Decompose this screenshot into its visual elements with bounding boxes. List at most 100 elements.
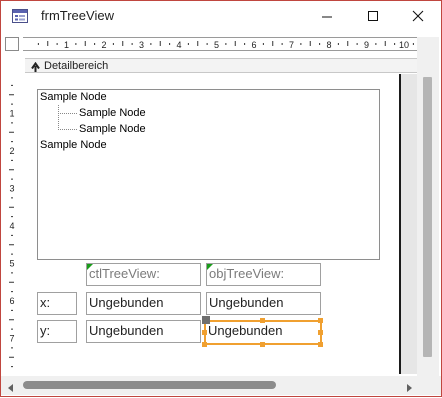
ruler-number: 1 (9, 109, 14, 119)
ruler-tick (11, 253, 13, 255)
ruler-tick (309, 41, 311, 46)
ruler-tick (11, 366, 13, 368)
maximize-button[interactable] (350, 1, 396, 31)
ruler-number: 3 (139, 40, 144, 50)
y-label[interactable]: y: (37, 320, 77, 343)
ruler-tick (11, 103, 13, 105)
ruler-tick (11, 234, 13, 236)
ruler-tick (11, 159, 13, 161)
objtreeview-label[interactable]: objTreeView: (206, 263, 321, 286)
ruler-tick (47, 41, 49, 46)
scroll-right-icon[interactable] (404, 380, 414, 392)
ruler-tick (9, 319, 14, 321)
minimize-icon (322, 16, 332, 18)
x-left-textbox[interactable]: Ungebunden (86, 292, 201, 315)
ruler-tick (11, 328, 13, 330)
ruler-tick (11, 347, 13, 349)
ruler-tick (11, 272, 13, 274)
ruler-tick (11, 291, 13, 293)
ruler-tick (347, 41, 349, 46)
x-left-value: Ungebunden (89, 295, 164, 310)
vertical-ruler[interactable]: 1 2 3 4 5 6 7 (5, 56, 19, 374)
horizontal-ruler[interactable]: 1 2 3 4 5 6 7 8 9 10 (23, 37, 417, 51)
ruler-number: 4 (176, 40, 181, 50)
resize-handle-top[interactable] (260, 318, 265, 323)
ctltreeview-label[interactable]: ctlTreeView: (86, 263, 201, 286)
ruler-tick (356, 43, 358, 45)
ruler-tick (169, 43, 171, 45)
resize-handle-right[interactable] (318, 330, 323, 335)
objtreeview-label-text: objTreeView: (209, 266, 285, 281)
y-label-text: y: (40, 323, 51, 338)
treeview-control[interactable]: Sample Node Sample Node Sample Node Samp… (37, 89, 380, 260)
ruler-tick (187, 43, 189, 45)
ruler-tick (11, 178, 13, 180)
y-left-textbox[interactable]: Ungebunden (86, 320, 201, 343)
tree-node[interactable]: Sample Node (79, 107, 146, 119)
ruler-number: 1 (64, 40, 69, 50)
ruler-tick (262, 43, 264, 45)
tree-node[interactable]: Sample Node (40, 139, 107, 151)
ruler-tick (112, 43, 114, 45)
ruler-tick (11, 122, 13, 124)
resize-handle-top-right[interactable] (318, 318, 323, 323)
ruler-number: 9 (364, 40, 369, 50)
ruler-number: 2 (9, 146, 14, 156)
ruler-number: 7 (289, 40, 294, 50)
detail-section-bar[interactable]: Detailbereich (25, 58, 417, 73)
ruler-tick (412, 43, 414, 45)
vertical-scroll-thumb[interactable] (423, 77, 432, 357)
y-left-value: Ungebunden (89, 323, 164, 338)
resize-handle-bottom[interactable] (260, 342, 265, 347)
minimize-button[interactable] (304, 1, 350, 31)
tree-node[interactable]: Sample Node (79, 123, 146, 135)
vertical-scrollbar[interactable] (417, 37, 439, 376)
form-window-icon (12, 9, 28, 23)
ruler-tick (159, 41, 161, 46)
label-error-marker (207, 264, 213, 270)
ruler-tick (9, 131, 14, 133)
section-label: Detailbereich (44, 60, 109, 72)
ruler-corner-selector[interactable] (5, 37, 19, 51)
ruler-tick (394, 43, 396, 45)
ruler-tick (197, 41, 199, 46)
ruler-tick (37, 43, 39, 45)
ruler-tick (9, 206, 14, 208)
window-title: frmTreeView (41, 8, 114, 23)
ruler-number: 3 (9, 184, 14, 194)
size-grip[interactable] (421, 376, 441, 395)
ruler-number: 6 (9, 296, 14, 306)
ruler-tick (9, 281, 14, 283)
move-handle[interactable] (202, 316, 210, 324)
ruler-tick (131, 43, 133, 45)
ruler-number: 10 (399, 40, 409, 50)
resize-handle-bottom-left[interactable] (202, 342, 207, 347)
title-bar[interactable]: frmTreeView (1, 1, 441, 31)
ruler-number: 5 (214, 40, 219, 50)
ruler-tick (300, 43, 302, 45)
close-icon (412, 10, 424, 22)
close-button[interactable] (395, 1, 441, 31)
ruler-tick (9, 169, 14, 171)
ruler-tick (225, 43, 227, 45)
horizontal-scrollbar[interactable] (1, 376, 421, 395)
x-right-value: Ungebunden (209, 295, 284, 310)
horizontal-scroll-thumb[interactable] (23, 381, 276, 389)
scroll-left-icon[interactable] (6, 380, 16, 392)
resize-handle-left[interactable] (202, 330, 207, 335)
ruler-tick (11, 197, 13, 199)
ruler-tick (337, 43, 339, 45)
resize-handle-bottom-right[interactable] (318, 342, 323, 347)
ruler-tick (9, 356, 14, 358)
tree-node[interactable]: Sample Node (40, 91, 107, 103)
ruler-tick (272, 41, 274, 46)
horizontal-ruler-graphic: 1 2 3 4 5 6 7 8 9 10 (23, 37, 417, 51)
x-label[interactable]: x: (37, 292, 77, 315)
ruler-tick (234, 41, 236, 46)
ruler-tick (11, 84, 13, 86)
ruler-tick (9, 244, 14, 246)
x-right-textbox[interactable]: Ungebunden (206, 292, 321, 315)
ruler-tick (281, 43, 283, 45)
section-arrow-icon (30, 60, 41, 72)
ruler-number: 2 (101, 40, 106, 50)
